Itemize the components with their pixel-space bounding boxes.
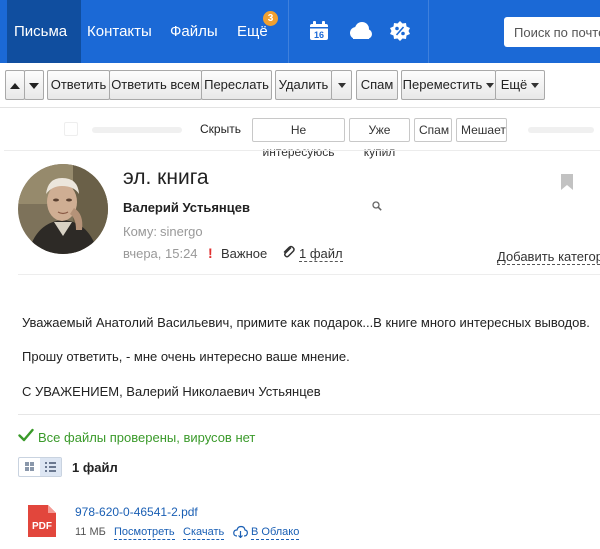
sender-avatar[interactable] xyxy=(18,164,108,254)
search-box xyxy=(504,17,600,47)
view-file-link[interactable]: Посмотреть xyxy=(114,526,175,540)
important-icon: ! xyxy=(208,245,213,261)
chevron-down-icon xyxy=(337,83,346,89)
divider xyxy=(4,150,600,151)
tab-contacts-label: Контакты xyxy=(87,23,152,40)
attachments-link[interactable]: 1 файл xyxy=(299,246,343,262)
next-message-button[interactable] xyxy=(24,70,44,100)
body-paragraph: Прошу ответить, - мне очень интересно ва… xyxy=(22,349,350,364)
important-label: Важное xyxy=(221,246,268,261)
chip-annoying[interactable]: Мешает xyxy=(456,118,507,142)
chevron-down-icon xyxy=(531,83,540,89)
pdf-file-icon[interactable]: PDF xyxy=(24,503,60,539)
recipient-label: Кому: xyxy=(123,224,157,239)
list-icon xyxy=(45,462,56,472)
nav-divider xyxy=(288,0,289,63)
up-arrow-icon xyxy=(10,82,20,89)
tab-mail-label: Письма xyxy=(14,23,68,40)
tab-files[interactable]: Файлы xyxy=(162,0,226,63)
chip-already-bought[interactable]: Уже купил xyxy=(349,118,410,159)
top-navigation: Письма Контакты Файлы Ещё 3 16 xyxy=(0,0,600,63)
paperclip-icon xyxy=(283,245,295,258)
tab-contacts[interactable]: Контакты xyxy=(79,0,160,63)
divider xyxy=(18,414,600,415)
faded-text xyxy=(92,127,182,133)
checkmark-icon xyxy=(18,428,34,442)
spam-button[interactable]: Спам xyxy=(356,70,398,100)
more-badge: 3 xyxy=(263,11,278,26)
delete-button[interactable]: Удалить xyxy=(275,70,332,100)
chevron-down-icon xyxy=(486,83,495,89)
nav-divider xyxy=(428,0,429,63)
search-input[interactable] xyxy=(504,17,600,47)
prev-message-button[interactable] xyxy=(5,70,25,100)
reply-all-label: Ответить всем xyxy=(111,77,200,92)
tab-more-label: Ещё xyxy=(237,23,268,40)
faded-checkbox xyxy=(64,122,78,136)
list-view-button[interactable] xyxy=(40,458,61,476)
down-arrow-icon xyxy=(29,82,39,89)
delete-dropdown-button[interactable] xyxy=(331,70,352,100)
divider xyxy=(18,274,600,275)
grid-icon xyxy=(25,462,34,471)
attachment-file-name[interactable]: 978-620-0-46541-2.pdf xyxy=(75,505,198,519)
sender-name[interactable]: Валерий Устьянцев xyxy=(123,200,250,215)
calendar-day: 16 xyxy=(314,30,324,40)
cloud-icon[interactable] xyxy=(347,20,373,42)
cloud-download-icon[interactable] xyxy=(233,525,248,538)
hide-link[interactable]: Скрыть xyxy=(200,122,241,136)
delete-label: Удалить xyxy=(278,77,329,92)
attachments-count: 1 файл xyxy=(72,460,118,475)
grid-view-button[interactable] xyxy=(19,458,40,476)
attachment-file-size: 11 МБ xyxy=(75,526,106,538)
tab-mail[interactable]: Письма xyxy=(7,0,81,63)
move-button[interactable]: Переместить xyxy=(401,70,496,100)
recipient-value: sinergo xyxy=(160,224,203,239)
bookmark-icon[interactable] xyxy=(561,174,573,190)
save-to-cloud-link[interactable]: В Облако xyxy=(251,526,300,540)
message-subject: эл. книга xyxy=(123,166,209,189)
move-label: Переместить xyxy=(402,77,483,92)
reply-button[interactable]: Ответить xyxy=(47,70,110,100)
antivirus-status: Все файлы проверены, вирусов нет xyxy=(38,430,256,445)
chip-not-interested[interactable]: Не интересуюсь xyxy=(252,118,345,159)
chip-spam[interactable]: Спам xyxy=(414,118,452,142)
message-toolbar: Ответить Ответить всем Переслать Удалить… xyxy=(0,63,600,108)
add-category-link[interactable]: Добавить категорию xyxy=(497,249,600,265)
tab-files-label: Файлы xyxy=(170,23,218,40)
forward-button[interactable]: Переслать xyxy=(201,70,272,100)
reply-all-button[interactable]: Ответить всем xyxy=(109,70,202,100)
unsubscribe-suggestion-bar: Скрыть Не интересуюсь Уже купил Спам Меш… xyxy=(0,112,600,159)
pdf-type-label: PDF xyxy=(32,521,52,532)
search-icon[interactable] xyxy=(372,201,382,211)
body-paragraph: Уважаемый Анатолий Васильевич, примите к… xyxy=(22,315,590,330)
tab-more[interactable]: Ещё xyxy=(229,0,276,63)
faded-text xyxy=(528,127,594,133)
calendar-icon[interactable]: 16 xyxy=(308,20,330,42)
download-file-link[interactable]: Скачать xyxy=(183,526,225,540)
spam-label: Спам xyxy=(360,77,394,92)
more-actions-label: Ещё xyxy=(500,77,528,92)
percent-icon[interactable] xyxy=(389,20,411,42)
forward-label: Переслать xyxy=(204,77,269,92)
view-toggle xyxy=(18,457,62,477)
reply-label: Ответить xyxy=(50,77,107,92)
body-paragraph: С УВАЖЕНИЕМ, Валерий Николаевич Устьянце… xyxy=(22,384,321,399)
message-date: вчера, 15:24 xyxy=(123,246,198,261)
more-actions-button[interactable]: Ещё xyxy=(495,70,545,100)
